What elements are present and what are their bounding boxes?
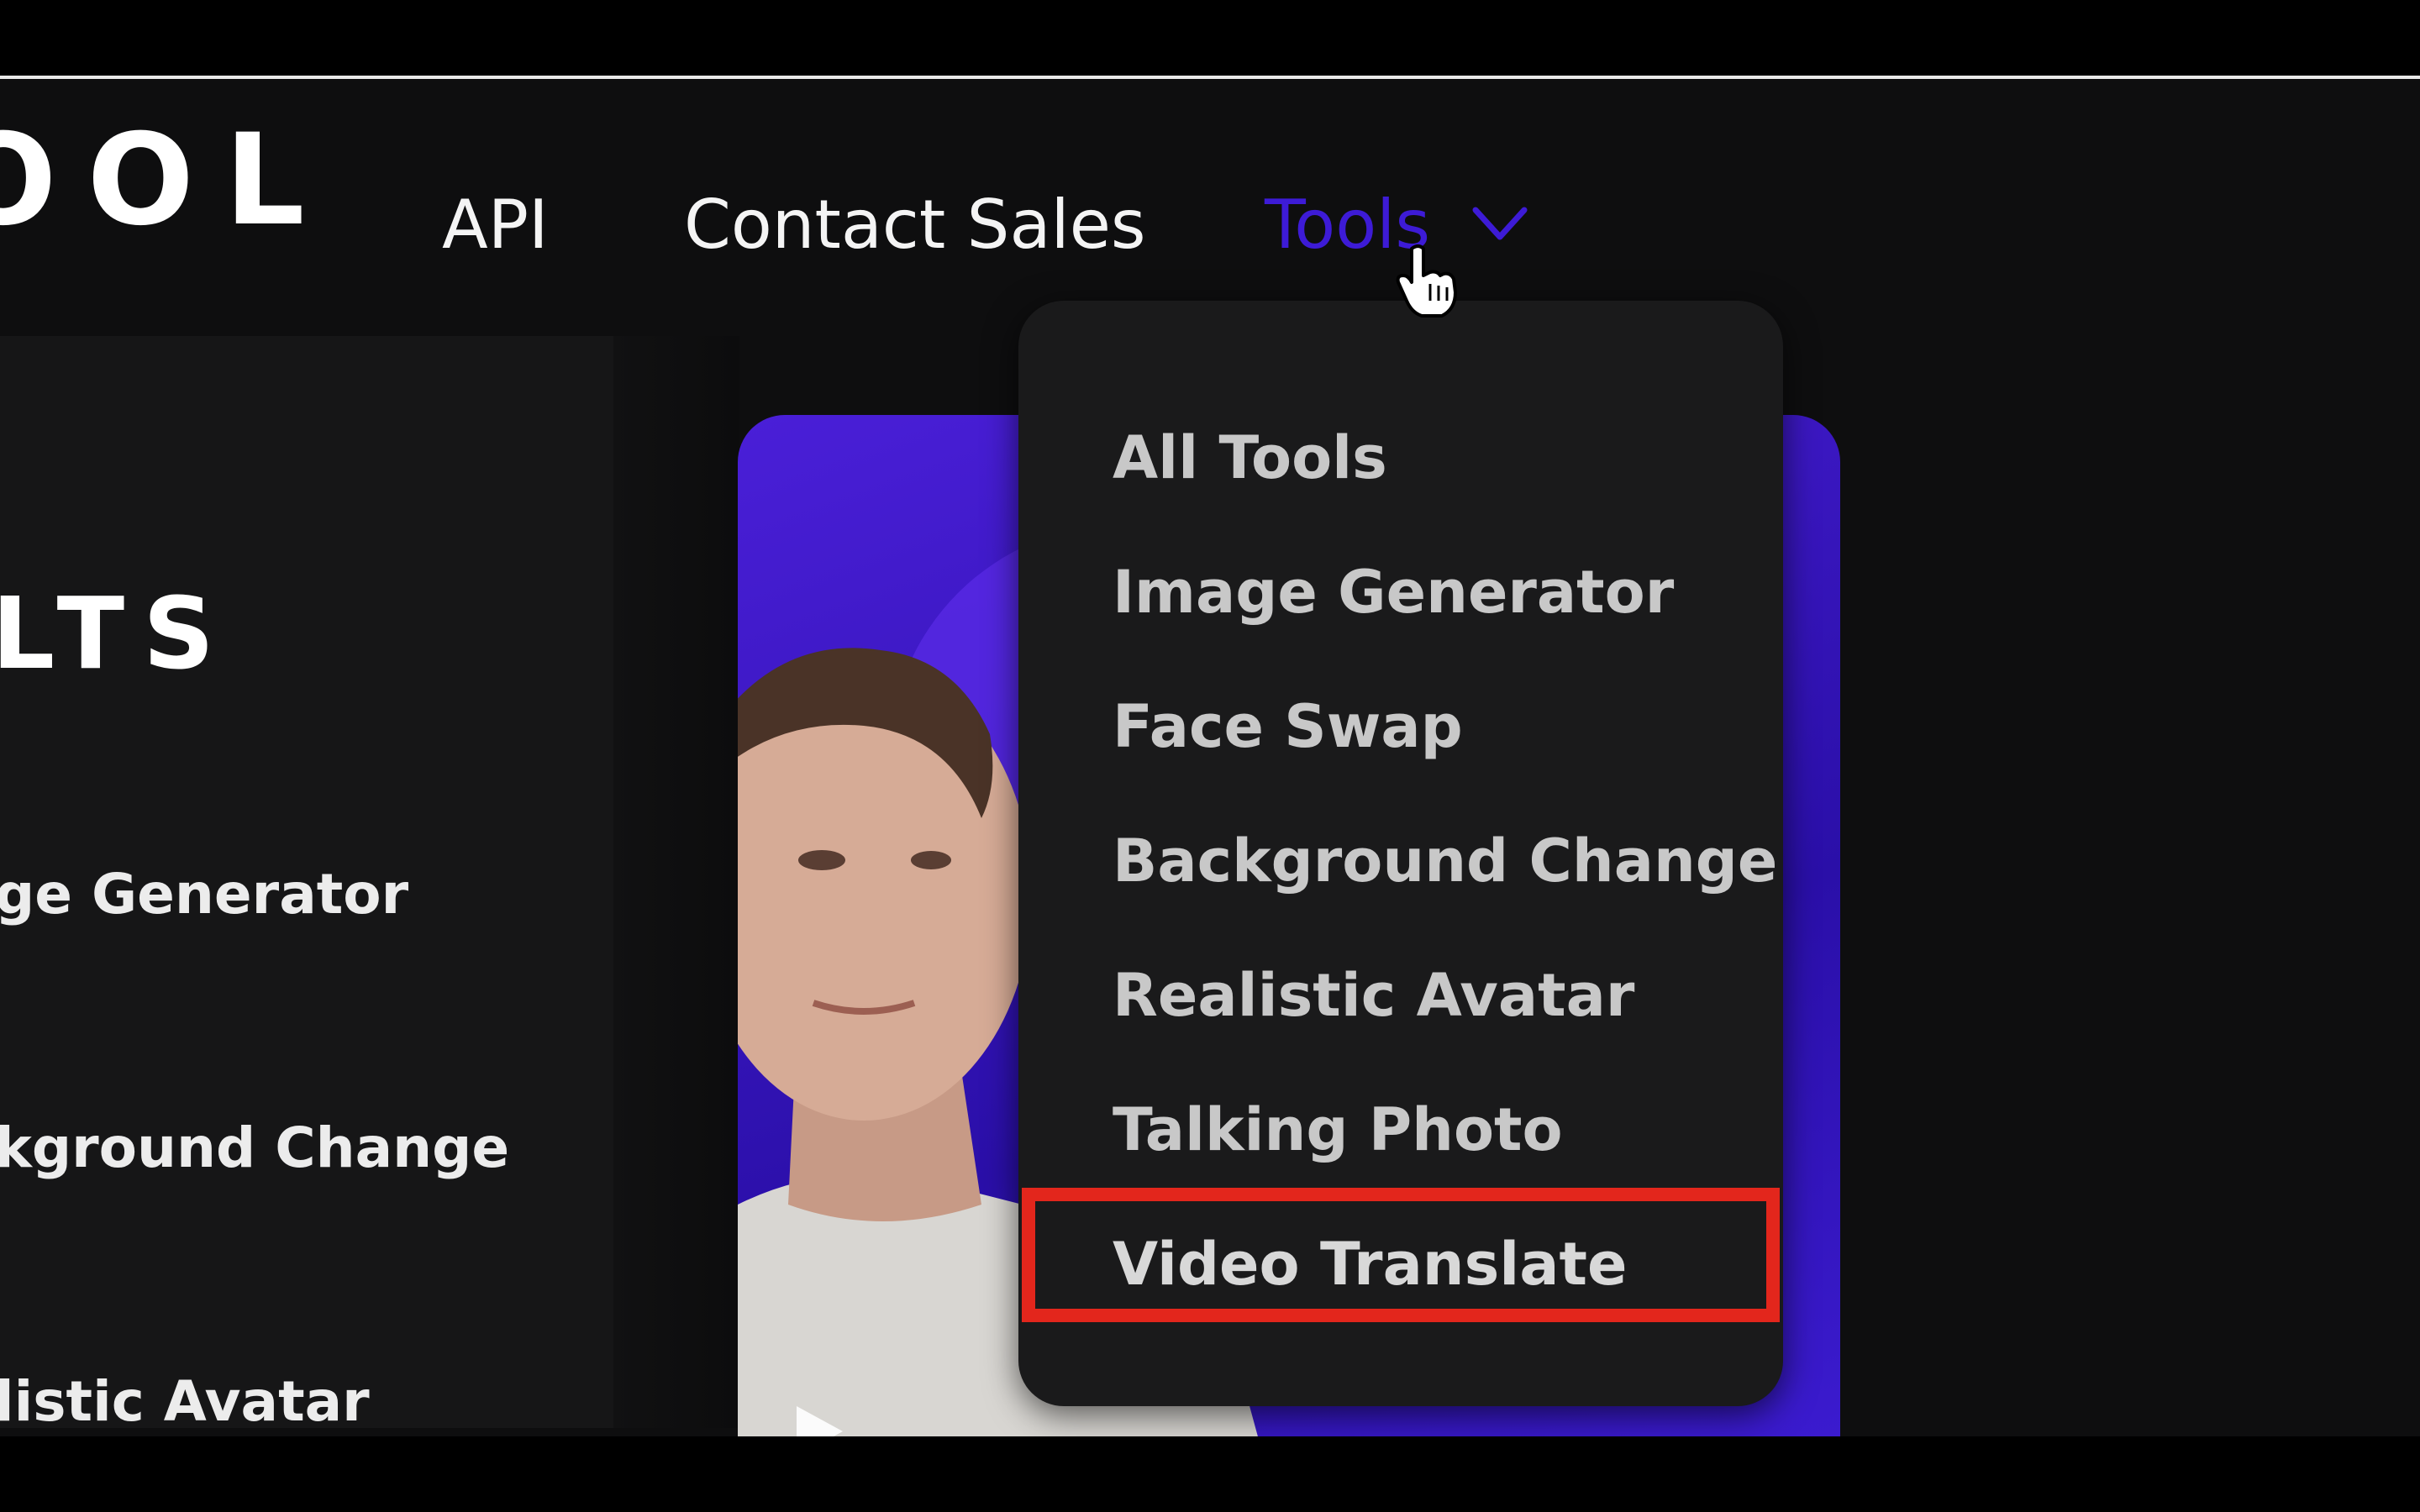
left-item-background-change[interactable]: kground Change <box>0 1121 509 1176</box>
nav-api-link[interactable]: API <box>442 192 549 259</box>
menu-item-face-swap[interactable]: Face Swap <box>1113 697 1463 756</box>
highlight-annotation <box>1022 1188 1780 1322</box>
menu-item-realistic-avatar[interactable]: Realistic Avatar <box>1113 966 1634 1025</box>
section-title: LTS <box>0 575 234 691</box>
left-item-realistic-avatar[interactable]: listic Avatar <box>0 1374 370 1430</box>
bottom-letterbox <box>0 1436 2420 1512</box>
site-logo[interactable]: OOL <box>0 118 335 244</box>
screenshot: OOL API Contact Sales Tools LTS ge Gener… <box>0 0 2420 1512</box>
top-letterbox <box>0 0 2420 76</box>
menu-item-background-change[interactable]: Background Change <box>1113 832 1777 890</box>
menu-item-image-generator[interactable]: Image Generator <box>1113 563 1674 622</box>
hand-cursor-icon <box>1396 244 1457 318</box>
nav-contact-sales-link[interactable]: Contact Sales <box>684 192 1146 259</box>
chevron-down-icon[interactable] <box>1470 203 1529 245</box>
menu-item-all-tools[interactable]: All Tools <box>1113 428 1387 487</box>
left-item-image-generator[interactable]: ge Generator <box>0 867 408 922</box>
left-panel-edge <box>613 336 739 1428</box>
play-icon[interactable] <box>788 1402 847 1436</box>
menu-item-talking-photo[interactable]: Talking Photo <box>1113 1100 1563 1159</box>
